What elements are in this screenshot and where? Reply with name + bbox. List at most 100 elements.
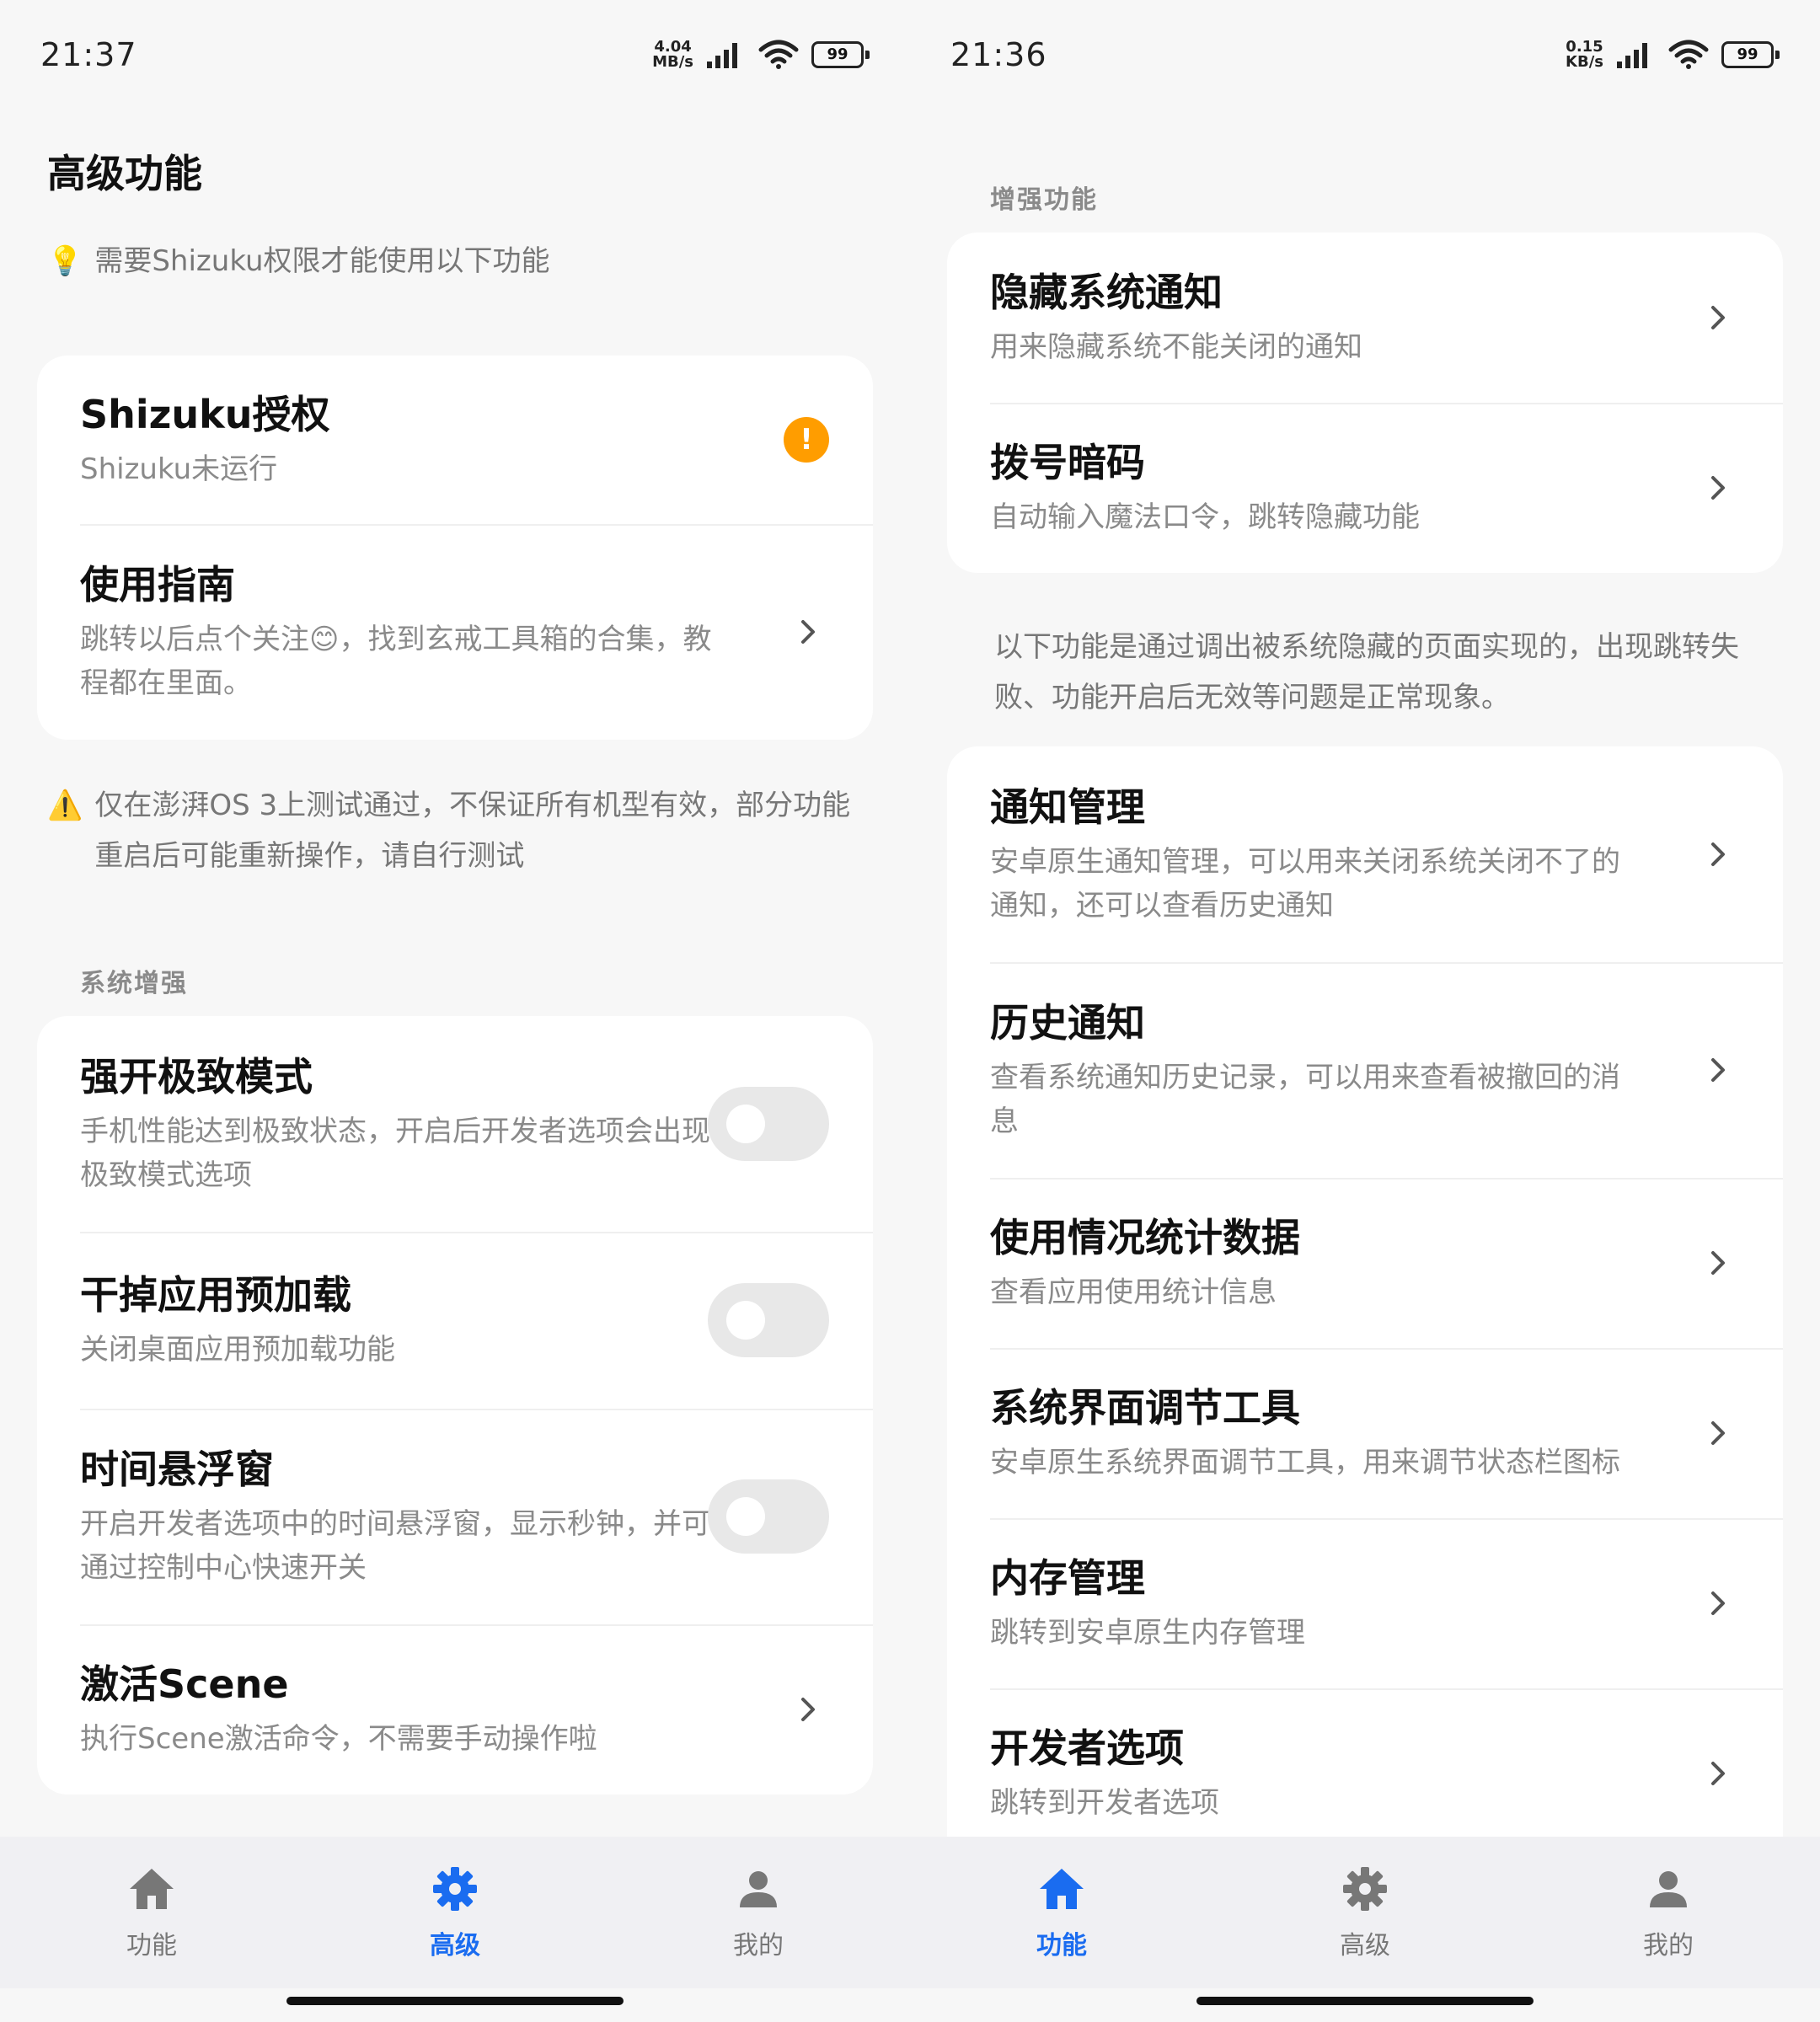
battery-level: 99 <box>1721 41 1774 68</box>
item-subtitle: 安卓原生系统界面调节工具，用来调节状态栏图标 <box>990 1446 1620 1479</box>
page-title: 高级功能 <box>47 151 202 196</box>
hide-system-notification-item[interactable]: 隐藏系统通知 用来隐藏系统不能关闭的通知 <box>947 233 1783 403</box>
nav-label: 高级 <box>1340 1931 1390 1960</box>
item-title: 历史通知 <box>990 1000 1145 1046</box>
disable-preload-item[interactable]: 干掉应用预加载 关闭桌面应用预加载功能 <box>37 1232 873 1409</box>
item-title: 内存管理 <box>990 1555 1145 1601</box>
section-label-system: 系统增强 <box>80 969 188 998</box>
item-subtitle: 跳转以后点个关注😊，找到玄戒工具箱的合集，教程都在里面。 <box>80 623 712 700</box>
notification-history-item[interactable]: 历史通知 查看系统通知历史记录，可以用来查看被撤回的消息 <box>947 962 1783 1178</box>
time-float-toggle[interactable] <box>708 1479 829 1554</box>
extreme-mode-toggle[interactable] <box>708 1087 829 1161</box>
nav-tab-advanced[interactable]: 高级 <box>303 1837 607 1988</box>
item-subtitle: 跳转到开发者选项 <box>990 1786 1219 1820</box>
nav-label: 功能 <box>126 1931 177 1960</box>
item-title: 隐藏系统通知 <box>990 270 1223 315</box>
notification-manager-item[interactable]: 通知管理 安卓原生通知管理，可以用来关闭系统关闭不了的通知，还可以查看历史通知 <box>947 746 1783 962</box>
item-subtitle: 查看系统通知历史记录，可以用来查看被撤回的消息 <box>990 1061 1620 1138</box>
usage-stats-item[interactable]: 使用情况统计数据 查看应用使用统计信息 <box>947 1178 1783 1348</box>
item-title: 通知管理 <box>990 784 1145 830</box>
item-subtitle: Shizuku未运行 <box>80 452 278 486</box>
item-title: Shizuku授权 <box>80 392 330 437</box>
network-speed: 4.04 MB/s <box>652 40 693 70</box>
chevron-right-icon <box>801 1698 815 1721</box>
time-float-item[interactable]: 时间悬浮窗 开启开发者选项中的时间悬浮窗，显示秒钟，并可通过控制中心快速开关 <box>37 1409 873 1624</box>
chevron-right-icon <box>1711 476 1725 500</box>
shizuku-auth-item[interactable]: Shizuku授权 Shizuku未运行 ! <box>37 356 873 524</box>
item-subtitle: 安卓原生通知管理，可以用来关闭系统关闭不了的通知，还可以查看历史通知 <box>990 845 1620 923</box>
developer-options-item[interactable]: 开发者选项 跳转到开发者选项 <box>947 1688 1783 1859</box>
gear-icon <box>433 1867 477 1911</box>
item-subtitle: 关闭桌面应用预加载功能 <box>80 1333 395 1367</box>
signal-icon <box>1617 43 1647 68</box>
item-title: 使用指南 <box>80 562 235 607</box>
system-enhance-card: 强开极致模式 手机性能达到极致状态，开启后开发者选项会出现极致模式选项 干掉应用… <box>37 1016 873 1795</box>
warning-icon: ⚠️ <box>47 789 83 822</box>
disable-preload-toggle[interactable] <box>708 1283 829 1357</box>
chevron-right-icon <box>1711 1251 1725 1275</box>
gear-icon <box>1343 1867 1387 1911</box>
nav-tab-advanced[interactable]: 高级 <box>1213 1837 1517 1988</box>
memory-manager-item[interactable]: 内存管理 跳转到安卓原生内存管理 <box>947 1518 1783 1688</box>
nav-label: 功能 <box>1036 1931 1087 1960</box>
warning-badge-icon: ! <box>784 417 829 463</box>
nav-tab-features[interactable]: 功能 <box>0 1837 303 1988</box>
nav-tab-mine[interactable]: 我的 <box>607 1837 910 1988</box>
section-label-enhance: 增强功能 <box>990 185 1098 215</box>
item-subtitle: 用来隐藏系统不能关闭的通知 <box>990 330 1362 364</box>
chevron-right-icon <box>801 620 815 644</box>
enhance-card: 隐藏系统通知 用来隐藏系统不能关闭的通知 拨号暗码 自动输入魔法口令，跳转隐藏功… <box>947 233 1783 573</box>
item-title: 干掉应用预加载 <box>80 1272 351 1318</box>
battery-level: 99 <box>811 41 864 68</box>
hidden-pages-note-text: 以下功能是通过调出被系统隐藏的页面实现的，出现跳转失败、功能开启后无效等问题是正… <box>994 630 1739 714</box>
compat-warning: ⚠️ 仅在澎湃OS 3上测试通过，不保证所有机型有效，部分功能重启后可能重新操作… <box>47 780 863 881</box>
item-title: 时间悬浮窗 <box>80 1447 274 1492</box>
status-bar: 21:36 0.15 KB/s 99 <box>950 25 1780 84</box>
dial-code-item[interactable]: 拨号暗码 自动输入魔法口令，跳转隐藏功能 <box>947 403 1783 573</box>
extreme-mode-item[interactable]: 强开极致模式 手机性能达到极致状态，开启后开发者选项会出现极致模式选项 <box>37 1016 873 1232</box>
item-subtitle: 跳转到安卓原生内存管理 <box>990 1616 1305 1650</box>
status-icons: 4.04 MB/s 99 <box>652 40 870 70</box>
item-subtitle: 开启开发者选项中的时间悬浮窗，显示秒钟，并可通过控制中心快速开关 <box>80 1507 710 1585</box>
item-subtitle: 手机性能达到极致状态，开启后开发者选项会出现极致模式选项 <box>80 1115 710 1192</box>
item-title: 拨号暗码 <box>990 440 1145 485</box>
bottom-navigation: 功能 高级 我的 <box>910 1837 1820 1988</box>
chevron-right-icon <box>1711 1421 1725 1445</box>
wifi-icon <box>758 40 799 69</box>
auth-card: Shizuku授权 Shizuku未运行 ! 使用指南 跳转以后点个关注😊，找到… <box>37 356 873 740</box>
status-bar: 21:37 4.04 MB/s 99 <box>40 25 870 84</box>
nav-label: 高级 <box>430 1931 480 1960</box>
compat-warning-text: 仅在澎湃OS 3上测试通过，不保证所有机型有效，部分功能重启后可能重新操作，请自… <box>94 789 851 873</box>
signal-icon <box>707 43 737 68</box>
network-speed: 0.15 KB/s <box>1566 40 1603 70</box>
chevron-right-icon <box>1711 1058 1725 1082</box>
home-indicator[interactable] <box>1196 1997 1534 2005</box>
home-indicator[interactable] <box>286 1997 624 2005</box>
chevron-right-icon <box>1711 1591 1725 1615</box>
network-speed-unit: MB/s <box>652 53 693 71</box>
wifi-icon <box>1668 40 1709 69</box>
item-title: 使用情况统计数据 <box>990 1215 1300 1260</box>
nav-label: 我的 <box>1643 1931 1694 1960</box>
chevron-right-icon <box>1711 842 1725 866</box>
system-ui-tuner-item[interactable]: 系统界面调节工具 安卓原生系统界面调节工具，用来调节状态栏图标 <box>947 1348 1783 1518</box>
person-icon <box>740 1871 777 1907</box>
chevron-right-icon <box>1711 306 1725 329</box>
activate-scene-item[interactable]: 激活Scene 执行Scene激活命令，不需要手动操作啦 <box>37 1624 873 1795</box>
features-screen: 21:36 0.15 KB/s 99 增强功能 隐藏系统通知 用来隐藏系统不能关… <box>910 0 1820 2022</box>
item-subtitle: 执行Scene激活命令，不需要手动操作啦 <box>80 1722 597 1756</box>
advanced-screen: 21:37 4.04 MB/s 99 高级功能 💡 需要Shizuku权限才能使… <box>0 0 910 2022</box>
hidden-pages-card: 通知管理 安卓原生通知管理，可以用来关闭系统关闭不了的通知，还可以查看历史通知 … <box>947 746 1783 1859</box>
battery-indicator: 99 <box>811 41 870 68</box>
status-icons: 0.15 KB/s 99 <box>1566 40 1780 70</box>
nav-label: 我的 <box>733 1931 784 1960</box>
nav-tab-mine[interactable]: 我的 <box>1517 1837 1820 1988</box>
item-subtitle: 查看应用使用统计信息 <box>990 1276 1277 1309</box>
nav-tab-features[interactable]: 功能 <box>910 1837 1213 1988</box>
status-time: 21:37 <box>40 36 137 73</box>
shizuku-hint-text: 需要Shizuku权限才能使用以下功能 <box>94 244 550 278</box>
item-title: 强开极致模式 <box>80 1054 313 1099</box>
chevron-right-icon <box>1711 1762 1725 1785</box>
network-speed-unit: KB/s <box>1566 53 1603 71</box>
usage-guide-item[interactable]: 使用指南 跳转以后点个关注😊，找到玄戒工具箱的合集，教程都在里面。 <box>37 524 873 740</box>
